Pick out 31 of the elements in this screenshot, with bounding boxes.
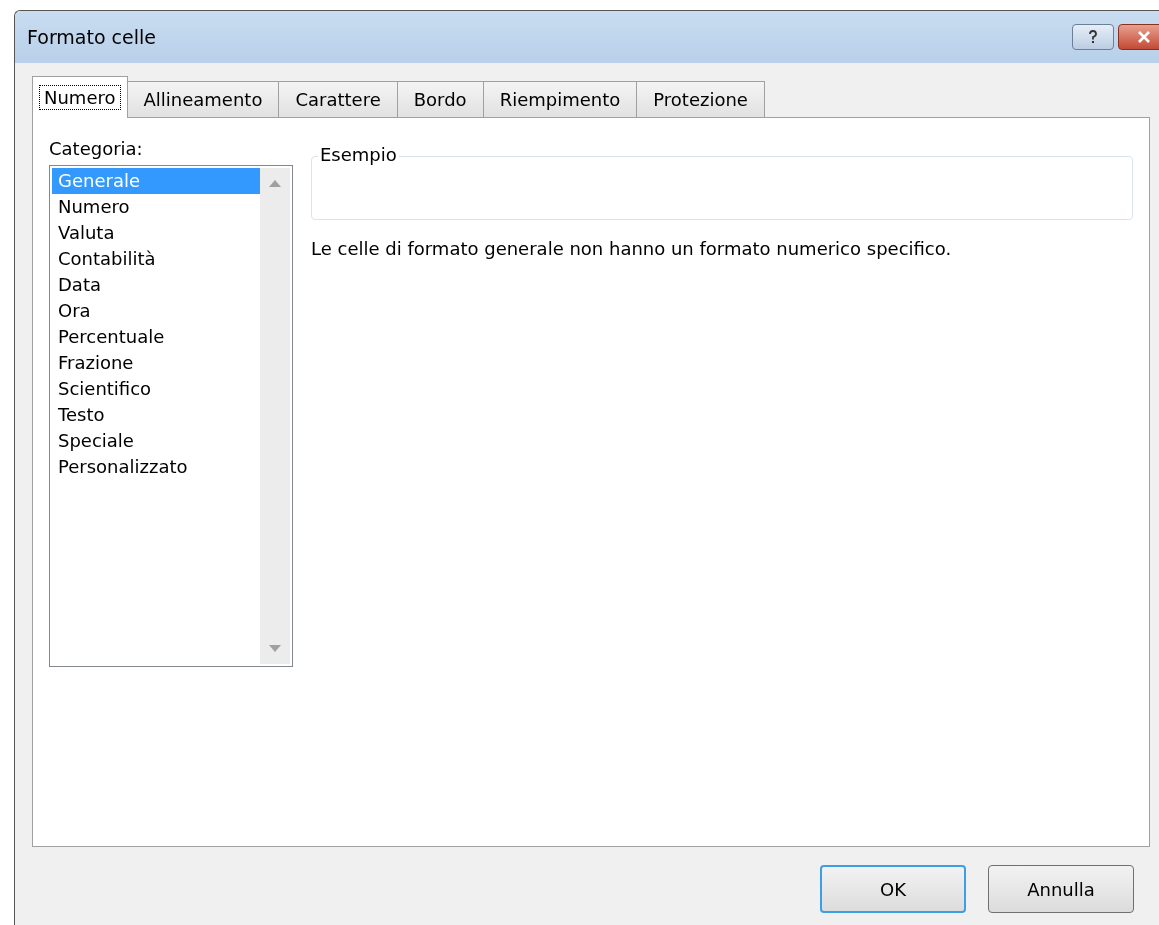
window-title: Formato celle: [27, 26, 157, 48]
scroll-up-icon: [269, 180, 281, 187]
list-item[interactable]: Scientifico: [52, 376, 260, 402]
list-item[interactable]: Frazione: [52, 350, 260, 376]
list-item[interactable]: Percentuale: [52, 324, 260, 350]
scrollbar[interactable]: [260, 168, 290, 664]
tab[interactable]: Numero: [32, 76, 128, 118]
list-item[interactable]: Speciale: [52, 428, 260, 454]
scroll-down-icon: [269, 645, 281, 652]
list-item[interactable]: Ora: [52, 298, 260, 324]
tab[interactable]: Riempimento: [482, 81, 638, 117]
category-label: Categoria:: [49, 138, 144, 159]
list-item[interactable]: Testo: [52, 402, 260, 428]
tab[interactable]: Carattere: [278, 81, 398, 117]
help-icon: [1088, 30, 1098, 44]
sample-label: Esempio: [318, 144, 399, 165]
tab[interactable]: Protezione: [636, 81, 765, 117]
list-item[interactable]: Contabilità: [52, 246, 260, 272]
list-item[interactable]: Valuta: [52, 220, 260, 246]
list-item[interactable]: Personalizzato: [52, 454, 260, 480]
list-item[interactable]: Data: [52, 272, 260, 298]
close-button[interactable]: [1118, 24, 1159, 50]
list-item[interactable]: Numero: [52, 194, 260, 220]
help-button[interactable]: [1072, 24, 1114, 50]
format-description: Le celle di formato generale non hanno un formato numerico specifico.: [311, 238, 953, 259]
category-list[interactable]: Generale Numero Valuta Contabilità Data Ora Percentuale Frazione Scientifico Testo Speciale Personalizzato: [49, 165, 293, 667]
ok-button[interactable]: OK: [820, 865, 966, 913]
tab[interactable]: Bordo: [396, 81, 484, 117]
close-icon: [1137, 31, 1151, 43]
tab[interactable]: Allineamento: [126, 81, 280, 117]
cancel-button[interactable]: Annulla: [988, 865, 1134, 913]
